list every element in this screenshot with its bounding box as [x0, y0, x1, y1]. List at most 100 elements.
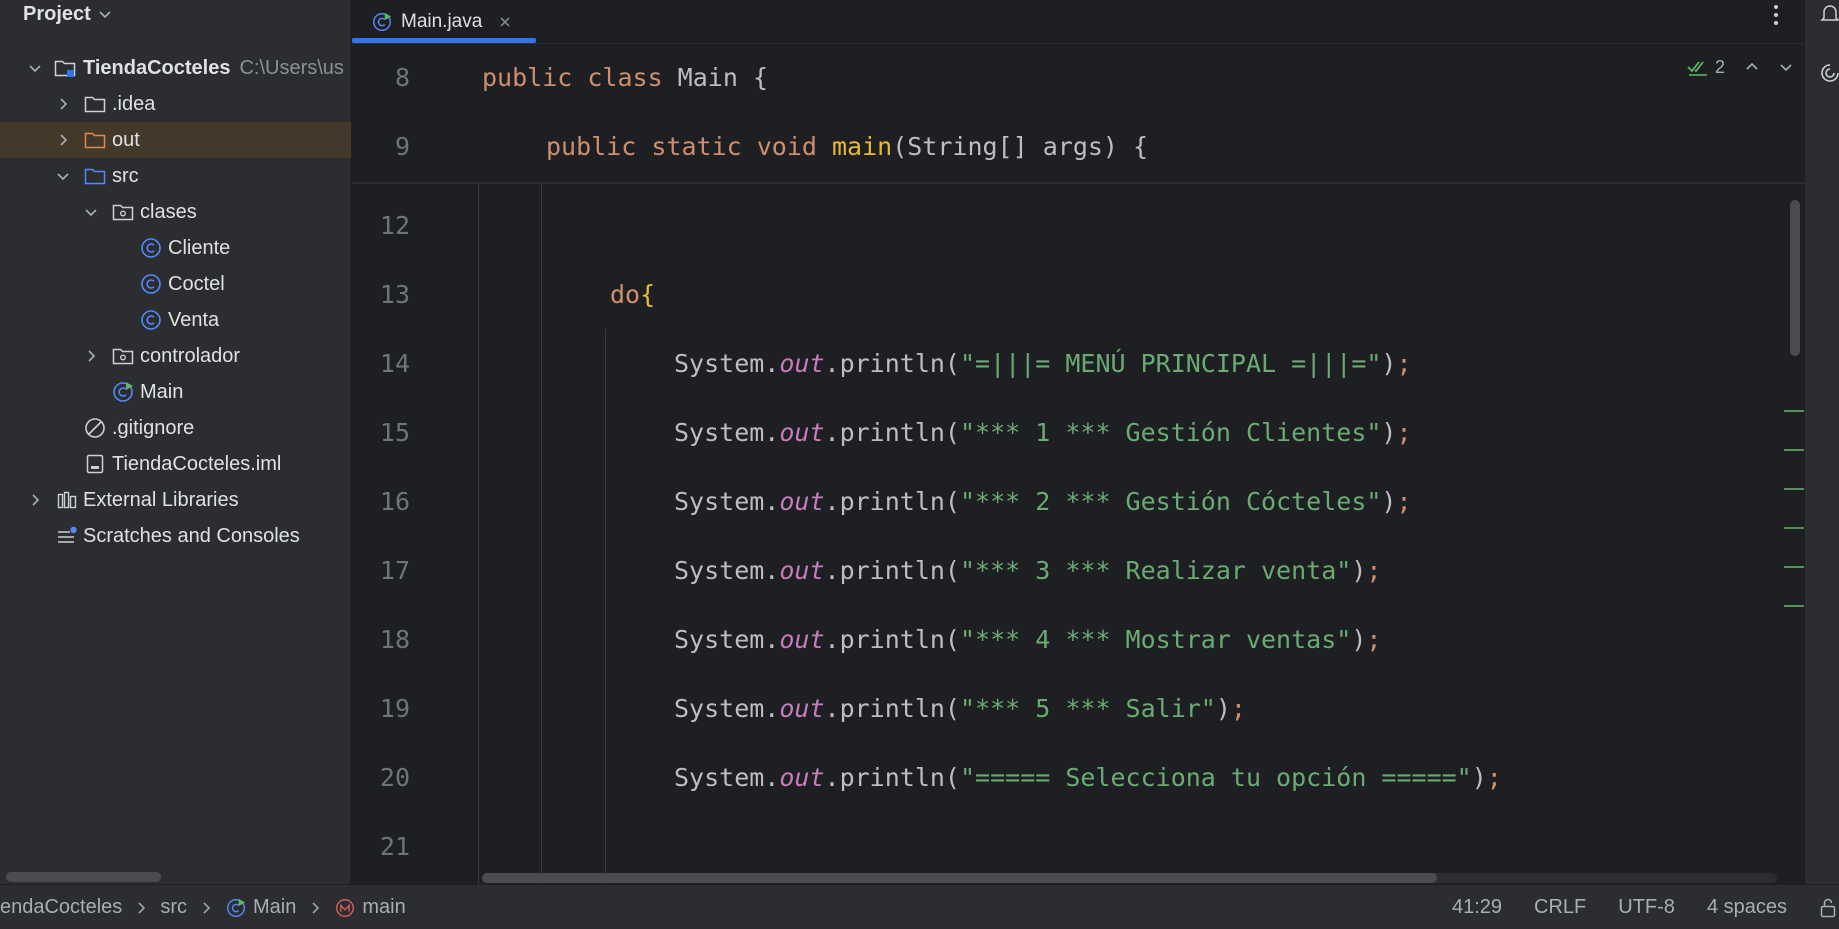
- chevron-down-icon[interactable]: [55, 168, 71, 184]
- line-separator[interactable]: CRLF: [1534, 896, 1586, 919]
- change-marker: [1784, 566, 1804, 568]
- code-field: out: [779, 487, 825, 516]
- tree-item-cliente[interactable]: Cliente: [0, 230, 351, 266]
- breadcrumb-src[interactable]: src: [160, 896, 187, 919]
- code-line-21[interactable]: 21: [352, 827, 1752, 867]
- code-string: "*** 1 *** Gestión Clientes": [959, 418, 1382, 447]
- line-number: 12: [379, 211, 410, 240]
- indent-setting[interactable]: 4 spaces: [1707, 896, 1787, 919]
- sticky-line-8[interactable]: 8 public class Main {: [352, 58, 1752, 98]
- caret-position[interactable]: 41:29: [1452, 896, 1502, 919]
- tree-item-gitignore[interactable]: .gitignore: [0, 410, 351, 446]
- tree-item-src[interactable]: src: [0, 158, 351, 194]
- tree-item-label: Coctel: [168, 273, 225, 295]
- code-line-12[interactable]: 12: [352, 206, 1752, 246]
- chevron-right-icon[interactable]: [55, 96, 71, 112]
- tree-item-label: Venta: [168, 309, 220, 331]
- chevron-down-icon[interactable]: [83, 204, 99, 220]
- code-object: System.: [674, 556, 780, 585]
- status-widgets: 41:29 CRLF UTF-8 4 spaces: [1452, 885, 1839, 929]
- chevron-right-icon[interactable]: [83, 348, 99, 364]
- right-tool-strip: [1805, 0, 1839, 884]
- lock-icon[interactable]: [1819, 897, 1837, 919]
- tree-item-scratches[interactable]: Scratches and Consoles: [0, 518, 351, 554]
- code-line-20[interactable]: 20 System.out.println("===== Selecciona …: [352, 758, 1752, 798]
- editor-horizontal-scrollbar[interactable]: [482, 873, 1437, 883]
- project-tree: TiendaCocteles C:\Users\us .idea out src …: [0, 50, 351, 554]
- tab-label: Main.java: [401, 11, 483, 32]
- code-method-name: main: [831, 132, 893, 161]
- change-marker: [1784, 449, 1804, 451]
- active-tab-indicator: [352, 38, 536, 43]
- code-field: out: [779, 349, 825, 378]
- line-number: 14: [379, 349, 410, 378]
- tree-item-label: .gitignore: [112, 417, 195, 439]
- iml-file-icon: [86, 454, 104, 474]
- code-string: "*** 3 *** Realizar venta": [959, 556, 1352, 585]
- tree-horizontal-scrollbar[interactable]: [6, 872, 161, 882]
- code-line-14[interactable]: 14 System.out.println("=|||= MENÚ PRINCI…: [352, 344, 1752, 384]
- chevron-down-icon[interactable]: [27, 60, 43, 76]
- code-keyword: do: [610, 280, 641, 309]
- code-class-name: Main: [677, 63, 738, 92]
- breadcrumb: endaCocteles src Main main: [0, 885, 406, 929]
- line-number: 18: [379, 625, 410, 654]
- project-view-selector[interactable]: Project: [0, 0, 351, 28]
- code-semicolon: ;: [1396, 349, 1412, 378]
- code-line-18[interactable]: 18 System.out.println("*** 4 *** Mostrar…: [352, 620, 1752, 660]
- tree-item-label: clases: [140, 201, 197, 223]
- tree-item-external-libraries[interactable]: External Libraries: [0, 482, 351, 518]
- tree-item-venta[interactable]: Venta: [0, 302, 351, 338]
- more-vertical-icon[interactable]: [1767, 2, 1785, 28]
- code-call: .println(: [824, 349, 960, 378]
- tree-item-out[interactable]: out: [0, 122, 351, 158]
- code-paren: ): [1215, 694, 1231, 723]
- notifications-icon[interactable]: [1819, 2, 1839, 24]
- breadcrumb-class[interactable]: Main: [253, 896, 296, 919]
- sticky-line-9[interactable]: 9 public static void main(String[] args)…: [352, 127, 1752, 167]
- file-encoding[interactable]: UTF-8: [1618, 896, 1675, 919]
- ai-assistant-icon[interactable]: [1819, 62, 1839, 84]
- code-semicolon: ;: [1486, 763, 1502, 792]
- code-area[interactable]: 8 public class Main { 9 public static vo…: [352, 44, 1805, 884]
- class-icon: [141, 310, 161, 330]
- code-line-15[interactable]: 15 System.out.println("*** 1 *** Gestión…: [352, 413, 1752, 453]
- chevron-right-icon[interactable]: [55, 132, 71, 148]
- chevron-right-icon[interactable]: [27, 492, 43, 508]
- tree-item-idea[interactable]: .idea: [0, 86, 351, 122]
- tree-item-path: C:\Users\us: [239, 57, 344, 79]
- chevron-right-icon: [203, 901, 211, 914]
- editor-vertical-scrollbar[interactable]: [1790, 200, 1800, 356]
- status-bar: endaCocteles src Main main 41:29 CRLF UT…: [0, 884, 1839, 929]
- tree-item-label: out: [112, 129, 140, 151]
- code-call: .println(: [824, 556, 960, 585]
- code-object: System.: [674, 349, 780, 378]
- code-call: .println(: [824, 763, 960, 792]
- tree-item-clases[interactable]: clases: [0, 194, 351, 230]
- class-icon: [141, 238, 161, 258]
- tree-item-coctel[interactable]: Coctel: [0, 266, 351, 302]
- tree-item-main[interactable]: Main: [0, 374, 351, 410]
- line-number: 17: [379, 556, 410, 585]
- code-line-17[interactable]: 17 System.out.println("*** 3 *** Realiza…: [352, 551, 1752, 591]
- code-object: System.: [674, 418, 780, 447]
- code-line-16[interactable]: 16 System.out.println("*** 2 *** Gestión…: [352, 482, 1752, 522]
- breadcrumb-method[interactable]: main: [362, 896, 405, 919]
- main-class-icon: [113, 382, 133, 402]
- code-semicolon: ;: [1366, 625, 1382, 654]
- code-line-13[interactable]: 13 do{: [352, 275, 1752, 315]
- close-icon[interactable]: [498, 15, 512, 29]
- tree-item-tiendacocteles[interactable]: TiendaCocteles C:\Users\us: [0, 50, 351, 86]
- folder-icon: [84, 96, 106, 113]
- package-icon: [112, 204, 134, 221]
- line-number: 16: [379, 487, 410, 516]
- code-line-19[interactable]: 19 System.out.println("*** 5 *** Salir")…: [352, 689, 1752, 729]
- project-title: Project: [23, 2, 91, 25]
- code-field: out: [779, 763, 825, 792]
- tree-item-controlador[interactable]: controlador: [0, 338, 351, 374]
- code-field: out: [779, 556, 825, 585]
- tree-item-iml[interactable]: TiendaCocteles.iml: [0, 446, 351, 482]
- change-marker: [1784, 527, 1804, 529]
- editor: Main.java 2 8 public class Main { 9 publ…: [352, 0, 1805, 884]
- breadcrumb-project[interactable]: endaCocteles: [0, 896, 122, 919]
